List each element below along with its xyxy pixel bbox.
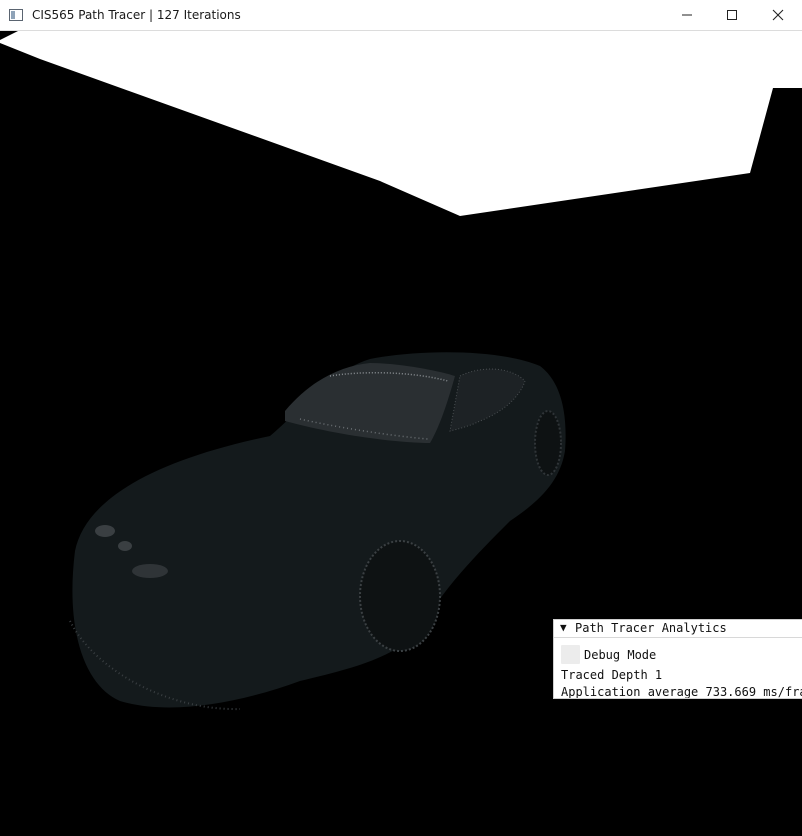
- close-button[interactable]: [755, 0, 801, 30]
- title-bar[interactable]: CIS565 Path Tracer | 127 Iterations: [0, 0, 802, 31]
- app-icon: [9, 9, 23, 21]
- maximize-button[interactable]: [709, 0, 755, 30]
- window-title: CIS565 Path Tracer | 127 Iterations: [32, 8, 241, 22]
- debug-mode-checkbox[interactable]: [561, 645, 580, 664]
- render-canvas: [0, 31, 802, 711]
- collapse-arrow-icon[interactable]: ▼: [560, 621, 567, 634]
- maximize-icon: [727, 10, 737, 20]
- minimize-button[interactable]: [664, 0, 710, 30]
- close-icon: [772, 9, 784, 21]
- panel-header[interactable]: ▼ Path Tracer Analytics: [554, 620, 802, 638]
- panel-title: Path Tracer Analytics: [575, 621, 727, 635]
- traced-depth-text: Traced Depth 1: [561, 668, 663, 682]
- ceiling-light: [0, 31, 802, 216]
- minimize-icon: [682, 14, 692, 16]
- render-viewport[interactable]: [0, 31, 802, 832]
- debug-mode-label: Debug Mode: [584, 648, 657, 662]
- analytics-panel[interactable]: ▼ Path Tracer Analytics Debug Mode Trace…: [553, 619, 802, 699]
- average-frame-time-text: Application average 733.669 ms/frame: [561, 685, 802, 699]
- car-render: [69, 352, 566, 711]
